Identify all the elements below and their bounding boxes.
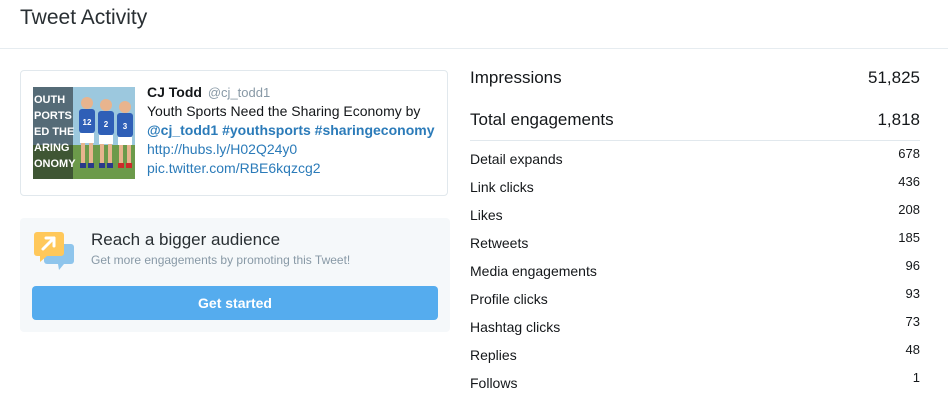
metric-value: 1 — [912, 370, 920, 385]
image-text-line: ONOMY — [34, 158, 76, 170]
jersey-number: 12 — [83, 118, 92, 127]
engagements-label: Total engagements — [470, 110, 614, 129]
metric-value: 93 — [905, 286, 920, 301]
image-text-line: OUTH — [34, 94, 65, 106]
metric-row: Retweets 185 — [470, 230, 920, 258]
metric-row: Hashtag clicks 73 — [470, 314, 920, 342]
tweet-author[interactable]: CJ Todd — [147, 84, 202, 100]
impressions-label: Impressions — [470, 68, 562, 87]
promote-subtitle: Get more engagements by promoting this T… — [91, 253, 351, 267]
metric-value: 73 — [905, 314, 920, 329]
metric-value: 436 — [898, 174, 920, 189]
tweet-handle[interactable]: @cj_todd1 — [208, 85, 270, 100]
tweet-image-art: 12 2 3 OUTH PORTS ED THE ARING ONOMY — [33, 87, 135, 179]
metric-label: Retweets — [470, 235, 529, 251]
tweet-link[interactable]: http://hubs.ly/H02Q24y0 — [147, 140, 443, 159]
impressions-value: 51,825 — [868, 68, 920, 87]
tweet-media-link[interactable]: pic.twitter.com/RBE6kqzcg2 — [147, 159, 443, 178]
metric-label: Hashtag clicks — [470, 319, 561, 335]
jersey-number: 3 — [123, 122, 128, 131]
megaphone-arrow-icon — [32, 230, 76, 272]
image-text-line: PORTS — [34, 110, 72, 122]
metric-label: Link clicks — [470, 179, 534, 195]
metric-label: Replies — [470, 347, 517, 363]
tweet-image[interactable]: 12 2 3 OUTH PORTS ED THE ARING ONOMY — [33, 87, 135, 179]
metric-value: 185 — [898, 230, 920, 245]
stats-panel: Impressions 51,825 Total engagements 1,8… — [470, 0, 920, 402]
engagements-row: Total engagements 1,818 — [470, 110, 920, 150]
tweet-byline: CJ Todd @cj_todd1 — [147, 83, 443, 102]
metric-row: Profile clicks 93 — [470, 286, 920, 314]
get-started-button[interactable]: Get started — [32, 286, 438, 320]
image-text-line: ED THE — [34, 126, 74, 138]
promote-title: Reach a bigger audience — [91, 230, 281, 249]
jersey-number: 2 — [104, 120, 109, 129]
metric-row: Detail expands 678 — [470, 146, 920, 174]
metric-row: Replies 48 — [470, 342, 920, 370]
impressions-row: Impressions 51,825 — [470, 68, 920, 108]
tweet-hashtags[interactable]: @cj_todd1 #youthsports #sharingeconomy — [147, 121, 443, 140]
engagements-value: 1,818 — [877, 110, 920, 129]
metric-label: Detail expands — [470, 151, 563, 167]
metric-value: 48 — [905, 342, 920, 357]
tweet-card[interactable]: 12 2 3 OUTH PORTS ED THE ARING ONOMY CJ … — [20, 70, 448, 196]
metric-value: 678 — [898, 146, 920, 161]
metric-value: 96 — [905, 258, 920, 273]
metric-value: 208 — [898, 202, 920, 217]
metric-row: Follows 1 — [470, 370, 920, 398]
tweet-body: CJ Todd @cj_todd1 Youth Sports Need the … — [147, 83, 443, 178]
divider — [470, 140, 920, 141]
page-title: Tweet Activity — [20, 6, 148, 29]
metric-row: Likes 208 — [470, 202, 920, 230]
metric-label: Likes — [470, 207, 503, 223]
image-text-line: ARING — [34, 142, 69, 154]
metric-row: Link clicks 436 — [470, 174, 920, 202]
promote-card: Reach a bigger audience Get more engagem… — [20, 218, 450, 332]
metric-label: Follows — [470, 375, 518, 391]
tweet-text: Youth Sports Need the Sharing Economy by — [147, 103, 421, 119]
metric-label: Media engagements — [470, 263, 597, 279]
metric-row: Media engagements 96 — [470, 258, 920, 286]
metric-label: Profile clicks — [470, 291, 548, 307]
